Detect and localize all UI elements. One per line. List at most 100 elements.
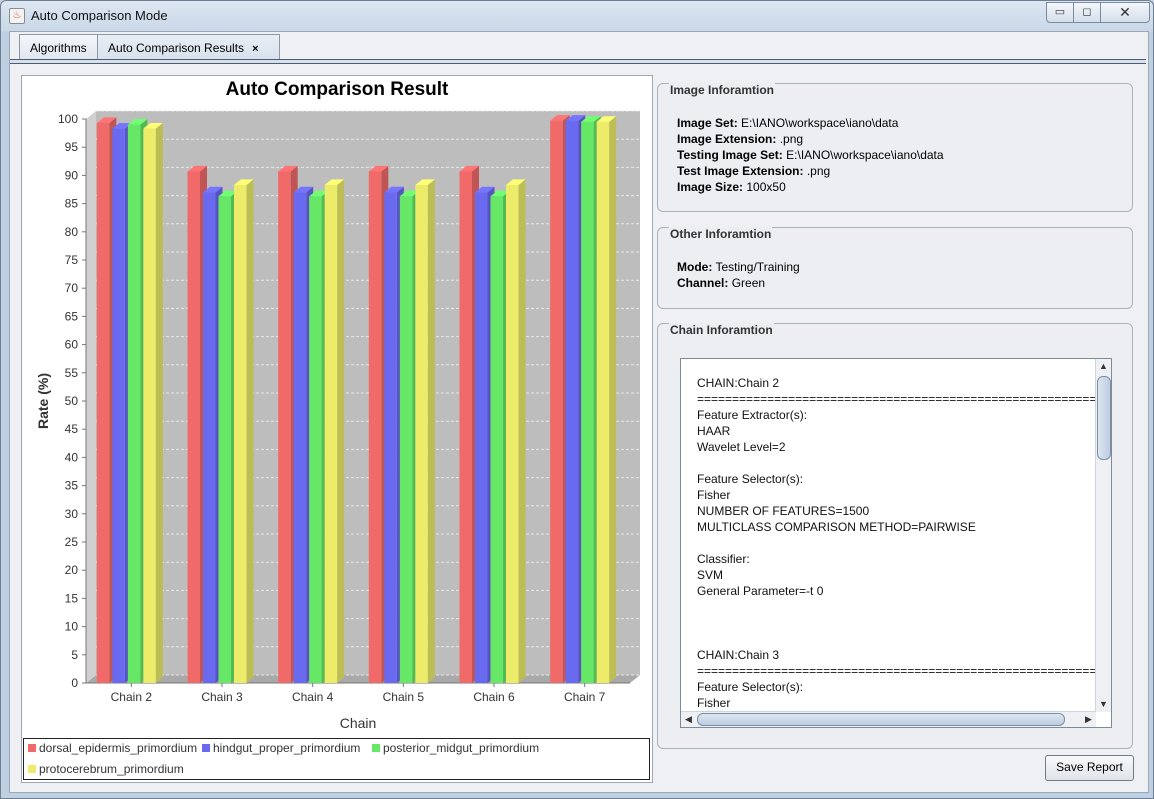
field-key: Channel: <box>677 276 729 290</box>
bar <box>475 192 488 683</box>
y-tick-label: 95 <box>65 140 79 154</box>
y-tick-label: 65 <box>65 309 79 323</box>
legend-label: protocerebrum_primordium <box>39 762 184 776</box>
chain-info-group: Chain Inforamtion CHAIN:Chain 2 ========… <box>657 323 1133 749</box>
x-tick-label: Chain 5 <box>383 690 425 704</box>
bar <box>368 171 382 683</box>
bar-side <box>155 122 163 684</box>
tab-label: Auto Comparison Results <box>108 41 245 55</box>
bar <box>324 184 338 683</box>
field-value: .png <box>779 132 804 146</box>
field-key: Testing Image Set: <box>677 148 783 162</box>
bar <box>309 196 322 683</box>
window-title: Auto Comparison Mode <box>31 8 168 23</box>
test-image-extension-row: Test Image Extension: .png <box>677 164 830 178</box>
legend-swatch <box>28 744 36 752</box>
field-key: Mode: <box>677 260 713 274</box>
chain-info-text: CHAIN:Chain 2 ==========================… <box>697 376 1097 710</box>
chart-legend: dorsal_epidermis_primordium hindgut_prop… <box>23 738 650 780</box>
field-value: Testing/Training <box>715 260 800 274</box>
bar <box>565 120 579 683</box>
vertical-scroll-thumb[interactable] <box>1097 376 1111 460</box>
app-window: ♨ Auto Comparison Mode ▭ ◻ ✕ Algorithms … <box>0 0 1154 799</box>
x-tick-label: Chain 3 <box>201 690 243 704</box>
horizontal-scrollbar[interactable]: ◀ ▶ <box>681 711 1096 727</box>
bar <box>550 120 563 683</box>
image-set-row: Image Set: E:\IANO\workspace\iano\data <box>677 116 898 130</box>
scroll-left-icon[interactable]: ◀ <box>681 712 696 727</box>
bar <box>278 171 291 683</box>
maximize-button[interactable]: ◻ <box>1073 2 1101 23</box>
y-tick-label: 10 <box>65 620 79 634</box>
image-size-row: Image Size: 100x50 <box>677 180 786 194</box>
scroll-right-icon[interactable]: ▶ <box>1081 712 1096 727</box>
image-extension-row: Image Extension: .png <box>677 132 803 146</box>
close-window-button[interactable]: ✕ <box>1100 2 1150 23</box>
y-tick-label: 75 <box>65 253 79 267</box>
chart-panel: Auto Comparison Result 0 5 10 15 20 25 30 35 40 4… <box>21 75 653 783</box>
bar-side <box>246 179 254 683</box>
bar <box>596 121 610 683</box>
y-tick-label: 15 <box>65 591 79 605</box>
main-content: Algorithms Auto Comparison Results × Auto… <box>9 31 1149 793</box>
group-title: Chain Inforamtion <box>669 323 774 337</box>
tab-label: Algorithms <box>30 41 87 55</box>
tab-auto-comparison-results[interactable]: Auto Comparison Results × <box>97 34 280 60</box>
legend-swatch <box>28 765 36 773</box>
horizontal-scroll-thumb[interactable] <box>697 713 1065 726</box>
group-title: Image Inforamtion <box>669 83 776 97</box>
y-tick-label: 5 <box>71 648 78 662</box>
bar <box>293 192 307 683</box>
x-axis-label: Chain <box>340 715 377 731</box>
y-tick-label: 80 <box>65 225 79 239</box>
legend-item: protocerebrum_primordium <box>28 762 184 776</box>
bar-side <box>427 179 435 683</box>
mode-row: Mode: Testing/Training <box>677 260 800 274</box>
field-key: Image Extension: <box>677 132 777 146</box>
maximize-icon: ◻ <box>1082 6 1092 18</box>
y-tick-label: 85 <box>65 197 79 211</box>
vertical-scrollbar[interactable]: ▲ ▼ <box>1095 359 1111 712</box>
bar <box>415 184 428 683</box>
legend-label: posterior_midgut_primordium <box>383 741 540 755</box>
x-tick-label: Chain 2 <box>111 690 153 704</box>
bar <box>506 184 519 683</box>
x-tick-label: Chain 7 <box>564 690 606 704</box>
bar <box>143 128 156 683</box>
tab-divider <box>10 59 1146 64</box>
y-tick-label: 35 <box>65 479 79 493</box>
tab-close-icon[interactable]: × <box>252 43 258 55</box>
bar-side <box>337 179 345 683</box>
bar <box>459 171 472 683</box>
minimize-button[interactable]: ▭ <box>1046 2 1074 23</box>
legend-item: dorsal_epidermis_primordium <box>28 741 197 755</box>
y-tick-label: 40 <box>65 450 79 464</box>
legend-swatch <box>372 744 380 752</box>
y-tick-label: 25 <box>65 535 79 549</box>
scroll-down-icon[interactable]: ▼ <box>1096 697 1111 712</box>
bar <box>384 192 397 683</box>
bar <box>127 124 141 683</box>
y-tick-label: 70 <box>65 281 79 295</box>
image-info-group: Image Inforamtion Image Set: E:\IANO\wor… <box>657 83 1133 212</box>
bar <box>234 184 247 683</box>
tab-algorithms[interactable]: Algorithms <box>19 34 98 60</box>
y-tick-label: 60 <box>65 338 79 352</box>
legend-item: posterior_midgut_primordium <box>372 741 539 755</box>
scroll-up-icon[interactable]: ▲ <box>1096 359 1111 374</box>
y-tick-label: 90 <box>65 168 79 182</box>
bar-side <box>518 179 526 683</box>
y-tick-label: 20 <box>65 563 79 577</box>
bar <box>399 196 413 683</box>
other-info-group: Other Inforamtion Mode: Testing/Training… <box>657 227 1133 309</box>
field-value: 100x50 <box>746 180 786 194</box>
title-bar: ♨ Auto Comparison Mode ▭ ◻ ✕ <box>1 1 1153 31</box>
bar <box>490 196 503 683</box>
bar <box>218 196 231 683</box>
y-tick-label: 55 <box>65 366 79 380</box>
y-tick-label: 45 <box>65 422 79 436</box>
chain-info-textarea[interactable]: CHAIN:Chain 2 ==========================… <box>680 358 1112 728</box>
save-report-button[interactable]: Save Report <box>1045 755 1134 781</box>
y-tick-label: 30 <box>65 507 79 521</box>
bar <box>187 171 200 683</box>
